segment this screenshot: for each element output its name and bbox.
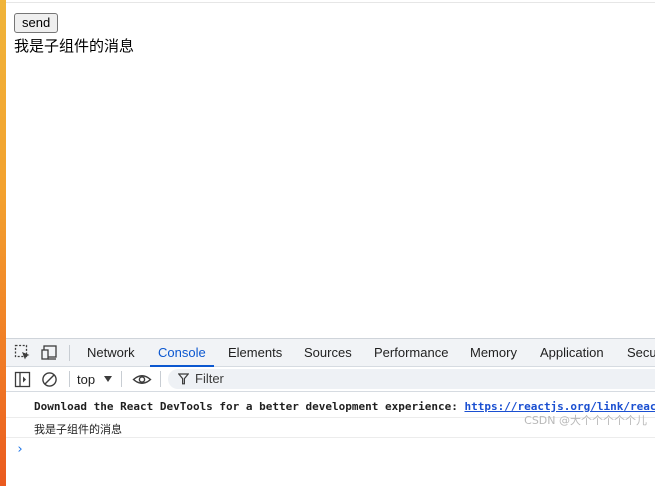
tab-security[interactable]: Secu [627, 339, 655, 366]
tab-console[interactable]: Console [150, 339, 214, 367]
toolbar-separator [69, 371, 70, 387]
toolbar-separator-2 [121, 371, 122, 387]
tab-application[interactable]: Application [540, 339, 604, 366]
tab-performance[interactable]: Performance [374, 339, 448, 366]
filter-placeholder: Filter [195, 371, 224, 386]
filter-input[interactable]: Filter [168, 369, 655, 389]
tab-sources[interactable]: Sources [304, 339, 352, 366]
context-selector[interactable]: top [77, 371, 113, 388]
tab-network[interactable]: Network [87, 339, 135, 366]
console-toolbar: top Filter [6, 367, 655, 392]
inspect-element-icon[interactable] [14, 344, 31, 361]
toolbar-separator-3 [160, 371, 161, 387]
context-selector-label: top [77, 372, 96, 387]
console-messages: Download the React DevTools for a better… [6, 392, 655, 486]
console-prompt-chevron-icon[interactable]: › [16, 442, 24, 457]
console-log-text: Download the React DevTools for a better… [34, 400, 465, 413]
screen-root: send 我是子组件的消息 Network Console Elements S… [0, 0, 655, 486]
filter-funnel-icon [178, 373, 189, 385]
tab-elements[interactable]: Elements [228, 339, 282, 366]
page-viewport: send 我是子组件的消息 [6, 3, 655, 338]
sidebar-toggle-icon[interactable] [14, 371, 31, 388]
log-divider-2 [6, 437, 655, 438]
clear-console-icon[interactable] [41, 371, 58, 388]
tab-memory[interactable]: Memory [470, 339, 517, 366]
devtools-tabbar: Network Console Elements Sources Perform… [6, 339, 655, 367]
chevron-down-icon [104, 376, 113, 382]
console-log-child-message: 我是子组件的消息 [34, 423, 122, 436]
device-toolbar-icon[interactable] [41, 344, 58, 361]
live-expression-eye-icon[interactable] [132, 371, 152, 388]
child-message-text: 我是子组件的消息 [14, 37, 135, 55]
send-button[interactable]: send [14, 13, 59, 33]
watermark-text: CSDN @大个个个个个儿 [524, 414, 647, 427]
tabbar-separator [69, 345, 70, 361]
